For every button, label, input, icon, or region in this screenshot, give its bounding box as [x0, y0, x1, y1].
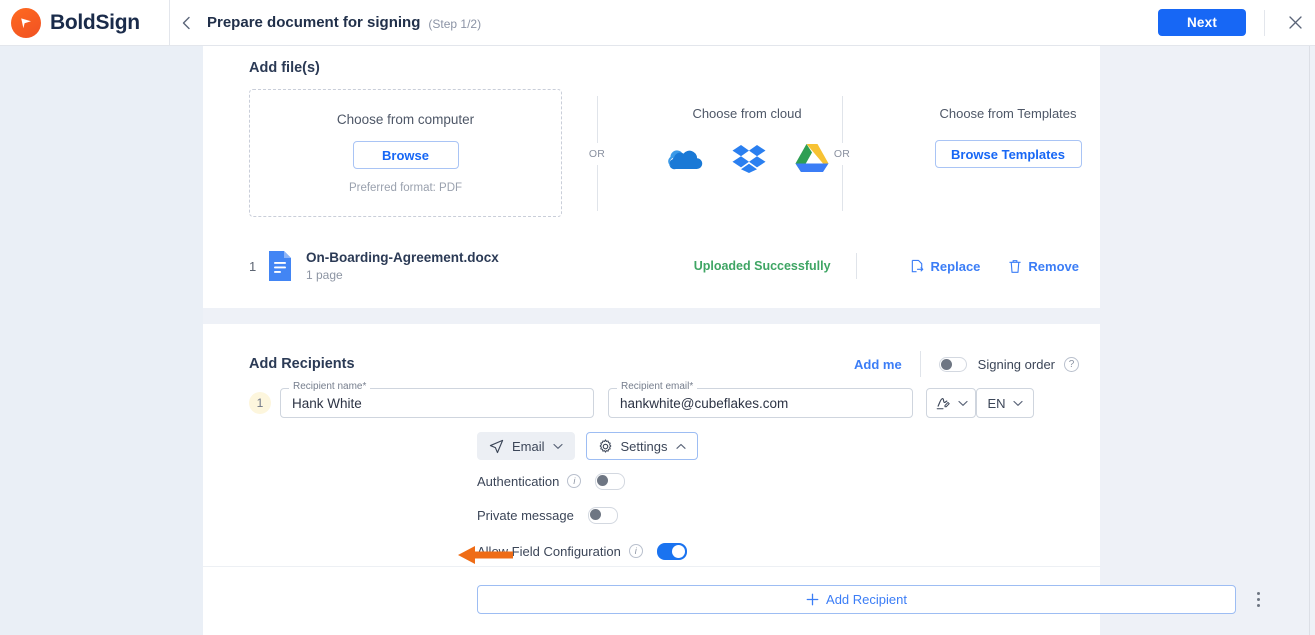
signature-icon: [936, 397, 950, 410]
docx-file-icon: [267, 250, 293, 282]
file-index: 1: [249, 258, 257, 274]
option-authentication: Authentication i: [477, 471, 626, 491]
add-recipient-row: Add Recipient: [477, 585, 1266, 614]
cloud-title: Choose from cloud: [692, 106, 802, 121]
dropbox-icon[interactable]: [732, 143, 766, 178]
chevron-down-icon: [957, 400, 968, 406]
page-scrollbar[interactable]: [1309, 46, 1315, 635]
page-step: (Step 1/2): [428, 16, 482, 31]
option-private-message: Private message: [477, 505, 618, 525]
main-content: Add file(s) Choose from computer Browse …: [203, 46, 1309, 635]
recipient-email-input[interactable]: [608, 388, 913, 418]
remove-file-button[interactable]: Remove: [1008, 259, 1079, 274]
or-label: OR: [588, 147, 606, 160]
authentication-info-icon[interactable]: i: [567, 474, 582, 488]
plus-icon: [806, 593, 819, 606]
replace-icon: [911, 259, 923, 272]
dropzone-note: Preferred format: PDF: [348, 182, 463, 194]
recipient-role-dropdown[interactable]: [926, 388, 976, 418]
add-files-card: Add file(s) Choose from computer Browse …: [203, 46, 1100, 308]
uploaded-file-row: 1 On-Boarding-Agreement.docx 1 page Uplo…: [249, 243, 1079, 289]
upload-status: Uploaded Successfully: [693, 259, 831, 273]
dropzone-title: Choose from computer: [336, 112, 475, 127]
signing-order-toggle[interactable]: [938, 356, 967, 372]
chevron-down-icon: [1012, 400, 1023, 406]
recipient-mode-row: Email Settings: [477, 432, 698, 460]
close-icon: [1288, 16, 1302, 29]
boldsign-logo-icon: [11, 7, 41, 38]
recipients-header-divider: [919, 351, 921, 377]
replace-file-button[interactable]: Replace: [910, 258, 981, 274]
left-arrow-annotation: [458, 545, 513, 570]
authentication-toggle[interactable]: [595, 472, 626, 490]
send-icon: [489, 439, 504, 453]
or-separator-left: OR: [586, 96, 608, 211]
recipient-row: 1 Recipient name* Recipient email*: [249, 381, 1234, 422]
add-recipient-button[interactable]: Add Recipient: [477, 585, 1237, 614]
browse-button[interactable]: Browse: [352, 141, 459, 169]
app-root: BoldSign Prepare document for signing (S…: [0, 0, 1315, 635]
recipient-email-label: Recipient email*: [617, 381, 698, 392]
next-button[interactable]: Next: [1158, 9, 1246, 36]
chevron-left-icon: [182, 16, 190, 29]
trash-icon: [1009, 259, 1022, 273]
top-bar-actions: Next: [1158, 0, 1315, 46]
signing-order-label: Signing order: [977, 356, 1055, 372]
file-actions-divider: [855, 253, 857, 279]
toolbar-divider: [1264, 9, 1265, 36]
brand-logo[interactable]: BoldSign: [0, 0, 170, 46]
add-recipients-title: Add Recipients: [249, 356, 355, 372]
google-drive-icon[interactable]: [795, 143, 829, 178]
or-separator-right: OR: [831, 96, 853, 211]
add-me-button[interactable]: Add me: [854, 357, 902, 372]
templates-option: Choose from Templates Browse Templates: [858, 106, 1158, 168]
back-button[interactable]: [170, 0, 204, 46]
onedrive-icon[interactable]: [665, 145, 703, 176]
templates-title: Choose from Templates: [939, 106, 1077, 121]
recipient-settings-label: Settings: [620, 438, 668, 454]
recipient-settings-toggle[interactable]: Settings: [585, 432, 698, 460]
chevron-up-icon: [675, 443, 686, 449]
authentication-label: Authentication: [477, 473, 560, 489]
file-page-count: 1 page: [306, 268, 343, 282]
recipient-name-input[interactable]: [280, 388, 594, 418]
add-recipient-label: Add Recipient: [826, 592, 907, 607]
replace-label: Replace: [930, 258, 981, 274]
browse-templates-button[interactable]: Browse Templates: [934, 140, 1082, 168]
gear-icon: [599, 438, 611, 453]
file-dropzone[interactable]: Choose from computer Browse Preferred fo…: [249, 89, 562, 217]
allow-field-configuration-info-icon[interactable]: i: [628, 544, 643, 558]
recipient-name-field[interactable]: Recipient name*: [280, 381, 594, 418]
file-name: On-Boarding-Agreement.docx: [306, 250, 499, 265]
kebab-menu-icon[interactable]: [1250, 592, 1266, 607]
recipient-language-dropdown[interactable]: EN: [976, 388, 1034, 418]
recipients-card-divider: [203, 566, 1100, 567]
signing-order-help-icon[interactable]: ?: [1064, 356, 1079, 372]
delivery-mode-label: Email: [512, 438, 545, 454]
language-value: EN: [987, 395, 1006, 411]
close-button[interactable]: [1279, 0, 1311, 46]
delivery-mode-dropdown[interactable]: Email: [477, 432, 575, 460]
add-files-title: Add file(s): [249, 60, 320, 76]
recipient-email-field[interactable]: Recipient email*: [608, 381, 913, 418]
recipient-name-label: Recipient name*: [289, 381, 371, 392]
private-message-label: Private message: [477, 507, 574, 523]
remove-label: Remove: [1028, 258, 1079, 274]
recipients-header: Add Recipients Add me Signing order ?: [249, 351, 1079, 377]
left-pane: [0, 46, 203, 635]
private-message-toggle[interactable]: [587, 506, 618, 524]
page-title: Prepare document for signing: [207, 14, 421, 31]
top-bar: BoldSign Prepare document for signing (S…: [0, 0, 1315, 46]
chevron-down-icon: [552, 443, 563, 449]
recipient-index-badge: 1: [249, 392, 271, 414]
brand-name: BoldSign: [50, 10, 140, 34]
allow-field-configuration-toggle[interactable]: [656, 542, 687, 560]
or-label-2: OR: [833, 147, 851, 160]
add-recipients-card: Add Recipients Add me Signing order ? 1 …: [203, 324, 1260, 635]
